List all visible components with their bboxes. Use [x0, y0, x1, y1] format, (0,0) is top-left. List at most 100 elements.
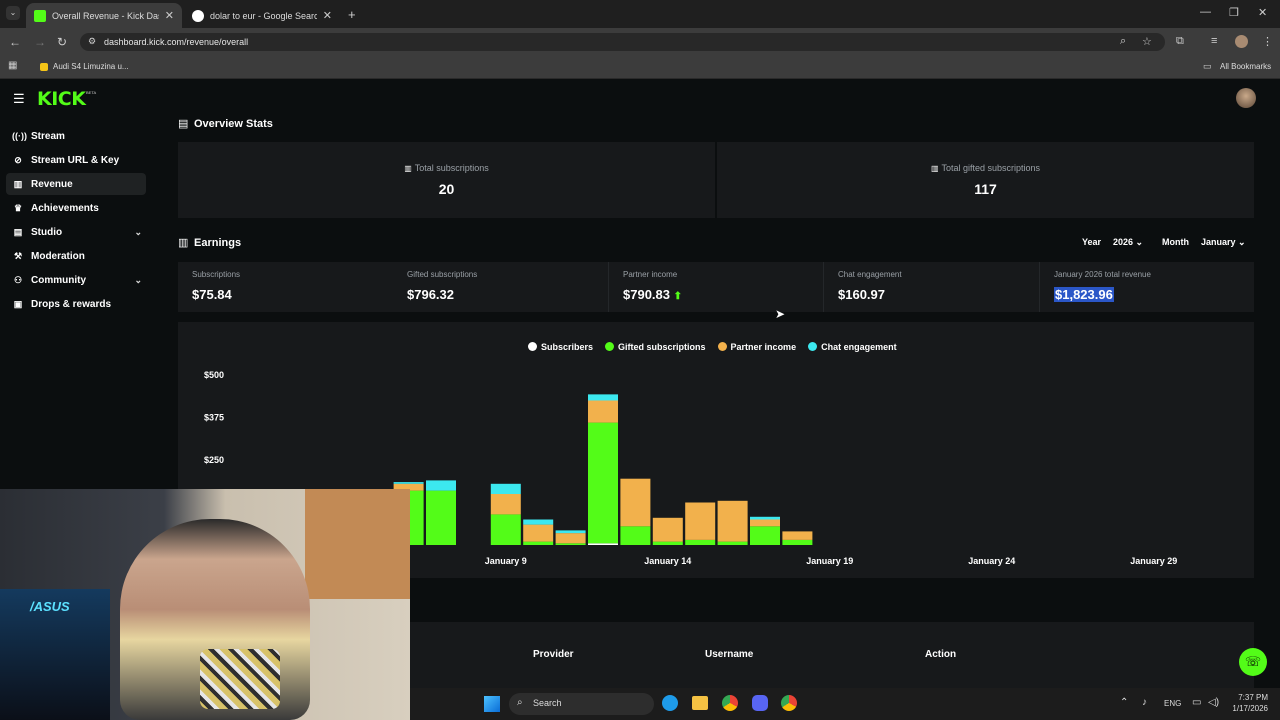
legend-gifted[interactable]: Gifted subscriptions: [605, 342, 706, 352]
bar-segment-partner-income[interactable]: [685, 502, 716, 540]
all-bookmarks[interactable]: All Bookmarks: [1220, 62, 1271, 71]
bar-segment-partner-income[interactable]: [652, 517, 683, 542]
url-text[interactable]: dashboard.kick.com/revenue/overall: [104, 37, 248, 47]
extensions-icon[interactable]: ⧉: [1176, 35, 1184, 48]
profile-avatar[interactable]: [1235, 35, 1248, 48]
bar-segment-gifted-subscriptions[interactable]: [555, 543, 586, 545]
bar-segment-gifted-subscriptions[interactable]: [685, 539, 716, 545]
browser-tab-kick[interactable]: Overall Revenue - Kick Dashboard ✕: [26, 3, 182, 28]
sidebar-item-revenue[interactable]: ▥ Revenue: [6, 173, 146, 195]
microphone-icon[interactable]: ♪: [1142, 697, 1147, 708]
bar-segment-gifted-subscriptions[interactable]: [652, 541, 683, 545]
bar-segment-partner-income[interactable]: [523, 524, 554, 542]
file-explorer-icon[interactable]: [692, 696, 708, 710]
kick-logo[interactable]: KICK: [37, 88, 86, 110]
x-tick-label: January 14: [644, 556, 691, 566]
bar-segment-chat-engagement[interactable]: [426, 480, 456, 491]
sidebar-item-stream[interactable]: ((·)) Stream: [6, 125, 146, 147]
close-tab-icon[interactable]: ✕: [323, 9, 332, 22]
bar-segment-partner-income[interactable]: [620, 478, 651, 527]
total-subscriptions-label-row: ▥ Total subscriptions: [404, 163, 489, 173]
chrome-icon[interactable]: [781, 695, 797, 711]
bar-segment-gifted-subscriptions[interactable]: [750, 526, 780, 545]
bar-segment-gifted-subscriptions[interactable]: [523, 541, 554, 545]
bookmark-favicon-icon: [40, 63, 48, 71]
bar-segment-gifted-subscriptions[interactable]: [620, 526, 651, 545]
forward-icon[interactable]: →: [34, 35, 46, 49]
x-tick-label: January 19: [806, 556, 853, 566]
discord-icon[interactable]: [752, 695, 768, 711]
media-icon[interactable]: ≡: [1211, 35, 1217, 47]
chart-icon: ▥: [930, 164, 939, 173]
stat-card-total-gifted: [717, 142, 1254, 218]
chrome-icon[interactable]: [722, 695, 738, 711]
legend-partner[interactable]: Partner income: [717, 342, 796, 352]
tab-search-icon[interactable]: ⌄: [6, 6, 20, 20]
bar-segment-chat-engagement[interactable]: [523, 519, 554, 525]
bar-segment-partner-income[interactable]: [717, 500, 748, 542]
chevron-down-icon[interactable]: ⌄: [134, 227, 142, 238]
bar-segment-chat-engagement[interactable]: [750, 516, 780, 520]
bar-segment-subscribers[interactable]: [588, 543, 618, 545]
bar-segment-partner-income[interactable]: [555, 533, 586, 544]
sidebar-item-moderation[interactable]: ⚒ Moderation: [6, 245, 146, 267]
total-gifted-value: 117: [974, 181, 997, 197]
hamburger-menu-icon[interactable]: ☰: [13, 91, 25, 107]
chevron-down-icon[interactable]: ⌄: [134, 275, 142, 286]
zoom-icon[interactable]: ⌕: [1120, 35, 1126, 48]
tray-chevron-up-icon[interactable]: ⌃: [1120, 697, 1128, 708]
bar-segment-chat-engagement[interactable]: [555, 530, 586, 534]
sidebar-item-studio[interactable]: ▤ Studio ⌄: [6, 221, 146, 243]
clock-time[interactable]: 7:37 PM: [1228, 693, 1268, 702]
support-chat-button[interactable]: ☏: [1239, 648, 1267, 676]
bar-segment-chat-engagement[interactable]: [588, 394, 618, 401]
close-window-icon[interactable]: ✕: [1258, 6, 1267, 19]
minimize-icon[interactable]: —: [1200, 6, 1211, 18]
earnings-partner-value: $790.83 ⬆: [623, 287, 683, 302]
windows-start-icon[interactable]: [484, 696, 500, 712]
bookmark-star-icon[interactable]: ☆: [1142, 35, 1152, 48]
clock-date[interactable]: 1/17/2026: [1228, 704, 1268, 713]
bar-segment-gifted-subscriptions[interactable]: [490, 514, 521, 545]
bar-segment-chat-engagement[interactable]: [490, 483, 521, 494]
bar-segment-gifted-subscriptions[interactable]: [426, 490, 456, 545]
sidebar-item-community[interactable]: ⚇ Community ⌄: [6, 269, 146, 291]
site-info-icon[interactable]: ⚙: [88, 36, 96, 47]
year-select[interactable]: 2026 ⌄: [1113, 237, 1143, 248]
broadcast-icon: ((·)): [12, 131, 27, 141]
back-icon[interactable]: ←: [9, 35, 21, 49]
studio-icon: ▤: [13, 226, 23, 237]
bar-segment-partner-income[interactable]: [782, 531, 813, 540]
apps-grid-icon[interactable]: ▦: [8, 60, 17, 71]
search-icon: ⌕: [517, 697, 523, 708]
sidebar-item-achievements[interactable]: ♛ Achievements: [6, 197, 146, 219]
maximize-icon[interactable]: ❐: [1229, 6, 1239, 19]
earnings-subscriptions-label: Subscriptions: [192, 270, 241, 279]
volume-icon[interactable]: ◁): [1208, 697, 1219, 708]
edge-icon[interactable]: [662, 695, 678, 711]
new-tab-icon[interactable]: +: [348, 7, 356, 22]
sidebar-item-stream-url[interactable]: ⊘ Stream URL & Key: [6, 149, 146, 171]
bar-segment-partner-income[interactable]: [750, 519, 780, 527]
bar-segment-gifted-subscriptions[interactable]: [717, 541, 748, 545]
browser-menu-icon[interactable]: ⋮: [1262, 35, 1273, 48]
bar-segment-gifted-subscriptions[interactable]: [782, 539, 813, 545]
legend-subscribers[interactable]: Subscribers: [528, 342, 593, 352]
month-select[interactable]: January ⌄: [1201, 237, 1246, 248]
earnings-title: Earnings: [194, 237, 242, 249]
taskbar-search[interactable]: [509, 693, 654, 715]
bar-segment-partner-income[interactable]: [490, 494, 521, 515]
bar-segment-gifted-subscriptions[interactable]: [588, 422, 618, 544]
language-indicator[interactable]: ENG: [1164, 699, 1181, 708]
network-icon[interactable]: ▭: [1192, 697, 1201, 708]
browser-tab-google[interactable]: dolar to eur - Google Search ✕: [184, 3, 340, 28]
bar-segment-chat-engagement[interactable]: [393, 482, 424, 484]
user-avatar[interactable]: [1236, 88, 1256, 108]
year-label: Year: [1082, 237, 1102, 247]
close-tab-icon[interactable]: ✕: [165, 9, 174, 22]
bar-segment-partner-income[interactable]: [588, 400, 618, 423]
reload-icon[interactable]: ↻: [57, 35, 67, 49]
legend-chat[interactable]: Chat engagement: [808, 342, 897, 352]
bookmark-audi[interactable]: Audi S4 Limuzina u...: [53, 62, 129, 71]
sidebar-item-drops[interactable]: ▣ Drops & rewards: [6, 293, 146, 315]
